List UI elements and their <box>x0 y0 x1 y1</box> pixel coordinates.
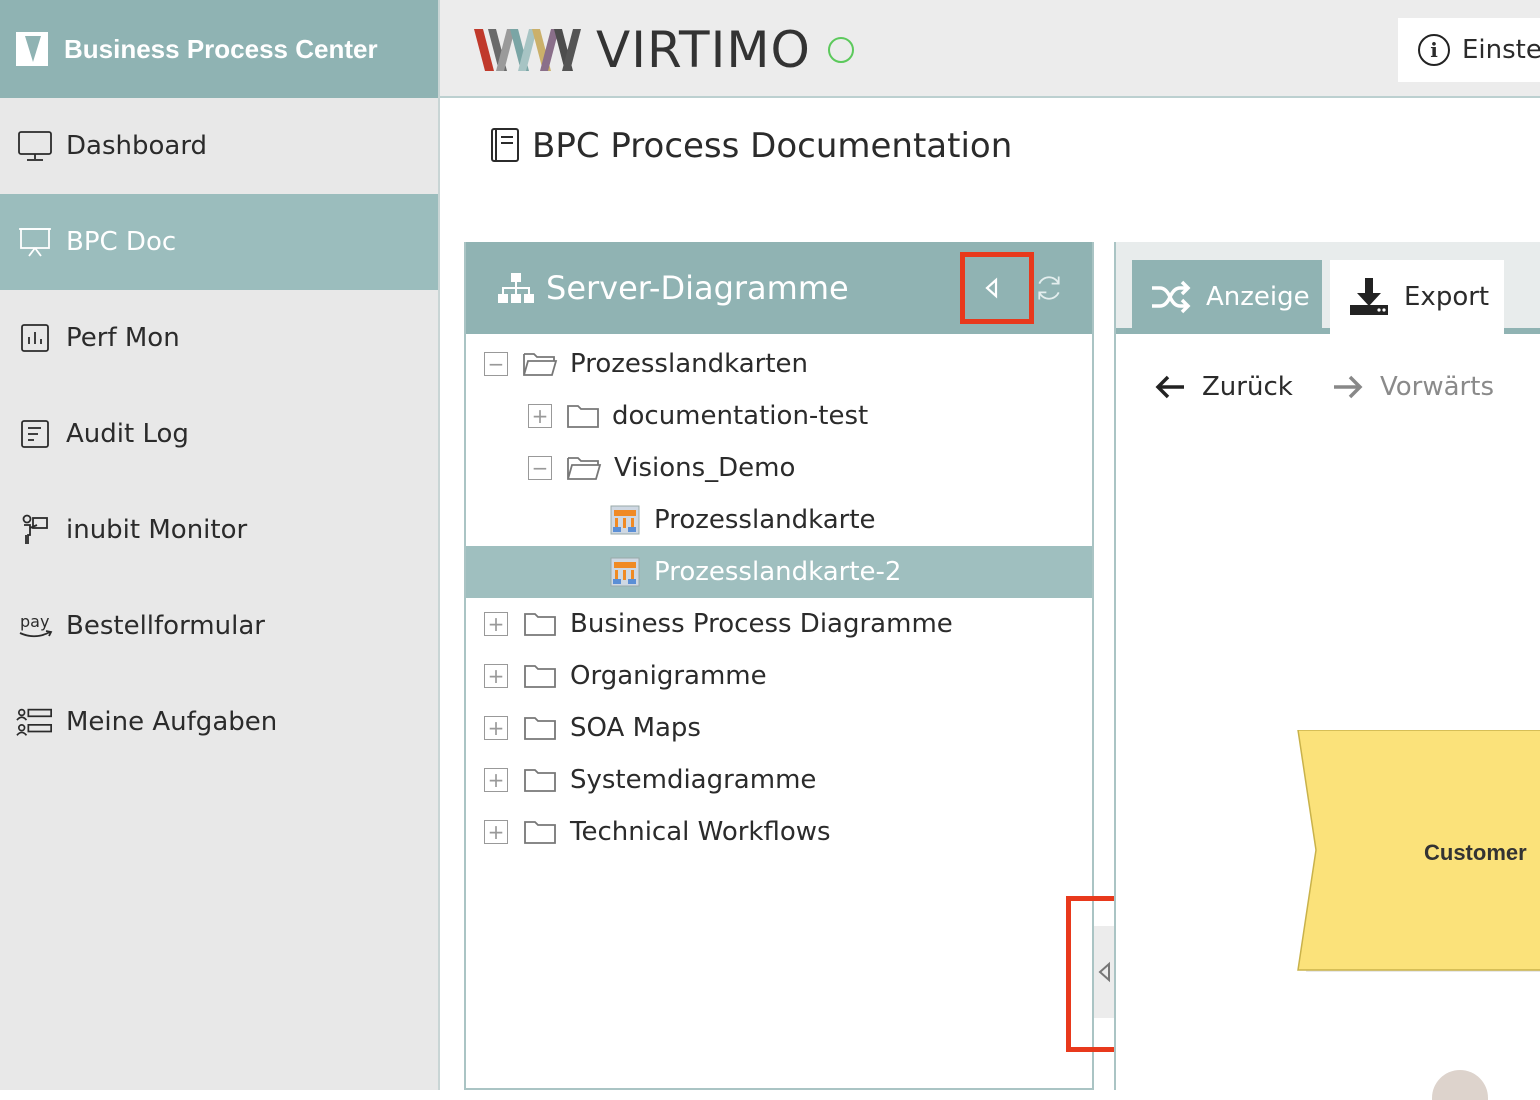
shuffle-icon <box>1152 280 1191 314</box>
forward-button[interactable]: Vorwärts <box>1332 372 1494 402</box>
tree-node-label: Systemdiagramme <box>570 765 817 795</box>
virtimo-v-logo-icon <box>16 32 48 66</box>
virtimo-stripes-icon <box>474 29 581 71</box>
tree-node-soa-maps[interactable]: + SOA Maps <box>466 702 1092 754</box>
caret-left-icon <box>985 277 998 299</box>
sidebar-item-inubit-monitor[interactable]: inubit Monitor <box>0 482 438 578</box>
folder-open-icon <box>567 457 602 480</box>
folder-icon <box>524 613 556 636</box>
tree-node-systemdiagramme[interactable]: + Systemdiagramme <box>466 754 1092 806</box>
server-diagram-panel: Server-Diagramme − Prozesslandkarten + d… <box>464 242 1094 1090</box>
tree-node-prozesslandkarte-2[interactable]: Prozesslandkarte-2 <box>466 546 1092 598</box>
customer-shape-label: Customer <box>1424 840 1527 865</box>
info-icon: i <box>1418 34 1450 66</box>
tab-label: Export <box>1404 282 1490 312</box>
sidebar-item-perf-mon[interactable]: Perf Mon <box>0 290 438 386</box>
tree-node-documentation-test[interactable]: + documentation-test <box>466 390 1092 442</box>
tree-node-label: documentation-test <box>612 401 869 431</box>
tree-node-visions-demo[interactable]: − Visions_Demo <box>466 442 1092 494</box>
settings-info-label: Einste <box>1462 35 1540 65</box>
tree-panel-header: Server-Diagramme <box>466 242 1092 334</box>
folder-icon <box>524 821 556 844</box>
process-map-diagram-icon <box>610 557 640 587</box>
folder-icon <box>524 717 556 740</box>
tree-node-prozesslandkarten[interactable]: − Prozesslandkarten <box>466 338 1092 390</box>
tasks-icon <box>16 705 54 739</box>
tree-node-label: Business Process Diagramme <box>570 609 953 639</box>
expand-node-icon[interactable]: + <box>484 664 508 688</box>
sidebar: Business Process Center Dashboard BPC Do… <box>0 0 440 1090</box>
sidebar-item-dashboard[interactable]: Dashboard <box>0 98 438 194</box>
diagram-shape-partial <box>1432 1070 1488 1100</box>
connection-status-icon <box>828 37 854 63</box>
tree-node-label: Prozesslandkarten <box>570 349 809 379</box>
forward-label: Vorwärts <box>1380 372 1494 402</box>
sitemap-icon <box>498 273 534 303</box>
sidebar-item-label: Meine Aufgaben <box>66 707 278 737</box>
view-tab-strip: Anzeige Export <box>1116 242 1540 334</box>
tree-panel-title: Server-Diagramme <box>546 269 849 307</box>
amazon-pay-icon: pay <box>16 609 54 643</box>
document-list-icon <box>16 417 54 451</box>
tree-node-technical-workflows[interactable]: + Technical Workflows <box>466 806 1092 858</box>
sidebar-item-meine-aufgaben[interactable]: Meine Aufgaben <box>0 674 438 770</box>
tree-node-label: Organigramme <box>570 661 767 691</box>
tree-node-label: Prozesslandkarte-2 <box>654 557 902 587</box>
folder-icon <box>524 769 556 792</box>
book-icon <box>491 128 519 162</box>
svg-text:pay: pay <box>20 612 49 631</box>
tree-node-organigramme[interactable]: + Organigramme <box>466 650 1092 702</box>
tree-node-label: Prozesslandkarte <box>654 505 876 535</box>
process-map-diagram-icon <box>610 505 640 535</box>
expand-node-icon[interactable]: + <box>484 820 508 844</box>
sidebar-item-bestellformular[interactable]: pay Bestellformular <box>0 578 438 674</box>
folder-icon <box>524 665 556 688</box>
sidebar-item-label: Bestellformular <box>66 611 265 641</box>
back-button[interactable]: Zurück <box>1154 372 1293 402</box>
arrow-right-icon <box>1334 375 1363 399</box>
folder-icon <box>567 405 599 428</box>
tab-anzeige[interactable]: Anzeige <box>1132 260 1322 334</box>
expand-node-icon[interactable]: + <box>484 612 508 636</box>
presentation-icon <box>16 225 54 259</box>
tree-node-prozesslandkarte[interactable]: Prozesslandkarte <box>466 494 1092 546</box>
brand-header[interactable]: Business Process Center <box>0 0 438 98</box>
back-label: Zurück <box>1202 372 1293 402</box>
diagram-view-panel: Anzeige Export Zurück Vorwärts Customer <box>1114 242 1540 1100</box>
collapse-node-icon[interactable]: − <box>484 352 508 376</box>
sidebar-item-label: BPC Doc <box>66 227 177 257</box>
arrow-left-icon <box>1155 375 1184 399</box>
download-icon <box>1350 278 1388 315</box>
sidebar-item-label: Perf Mon <box>66 323 180 353</box>
sidebar-item-bpc-doc[interactable]: BPC Doc <box>0 194 438 290</box>
refresh-icon <box>1038 276 1060 300</box>
top-bar: VIRTIMO i Einste <box>440 0 1540 98</box>
presenter-icon <box>16 513 54 547</box>
bar-chart-icon <box>16 321 54 355</box>
page-title-text: BPC Process Documentation <box>532 126 1013 166</box>
tree-node-label: Visions_Demo <box>614 453 796 483</box>
sidebar-item-label: Dashboard <box>66 131 208 161</box>
folder-open-icon <box>523 353 558 376</box>
page-title: BPC Process Documentation <box>488 126 1012 166</box>
virtimo-wordmark: VIRTIMO <box>596 21 811 79</box>
tab-label: Anzeige <box>1206 282 1310 312</box>
sidebar-item-label: inubit Monitor <box>66 515 248 545</box>
brand-title: Business Process Center <box>64 33 378 64</box>
settings-info-button[interactable]: i Einste <box>1398 18 1540 82</box>
sidebar-item-audit-log[interactable]: Audit Log <box>0 386 438 482</box>
tree-node-label: SOA Maps <box>570 713 701 743</box>
expand-node-icon[interactable]: + <box>484 716 508 740</box>
sidebar-item-label: Audit Log <box>66 419 189 449</box>
tree-node-business-process-diagramme[interactable]: + Business Process Diagramme <box>466 598 1092 650</box>
tree-node-label: Technical Workflows <box>570 817 831 847</box>
collapse-panel-button[interactable] <box>960 252 1034 324</box>
collapse-node-icon[interactable]: − <box>528 456 552 480</box>
tab-export[interactable]: Export <box>1330 260 1504 334</box>
expand-node-icon[interactable]: + <box>484 768 508 792</box>
monitor-icon <box>16 129 54 163</box>
refresh-button[interactable] <box>1034 266 1074 310</box>
virtimo-logo[interactable]: VIRTIMO <box>474 21 811 79</box>
expand-node-icon[interactable]: + <box>528 404 552 428</box>
